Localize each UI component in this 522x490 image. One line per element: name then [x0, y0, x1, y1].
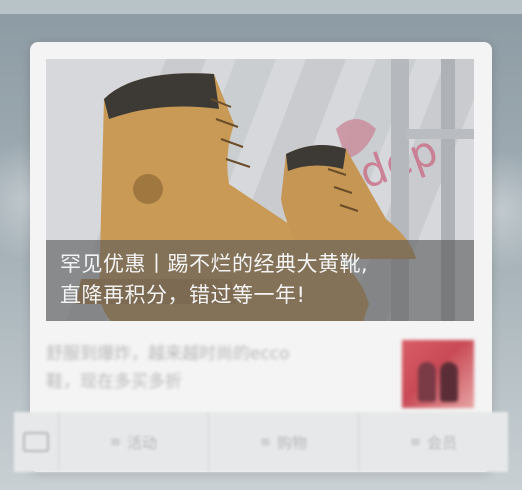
- article-title-line-2: 鞋，现在多买多折: [46, 372, 182, 392]
- promo-caption: 罕见优惠丨踢不烂的经典大黄靴, 直降再积分，错过等一年!: [46, 240, 474, 321]
- menu-icon: ≡: [410, 434, 421, 450]
- thumbnail-figure: [418, 362, 436, 402]
- article-item[interactable]: 舒服到爆炸，越来越时尚的ecco 鞋，现在多买多折: [46, 332, 474, 412]
- menu-tab-activity[interactable]: ≡ 活动: [59, 412, 209, 472]
- menu-tab-label: 会员: [426, 433, 457, 452]
- menu-tab-member[interactable]: ≡ 会员: [359, 412, 508, 472]
- article-title-line-1: 舒服到爆炸，越来越时尚的ecco: [46, 344, 290, 364]
- bottom-menu-bar: ≡ 活动 ≡ 购物 ≡ 会员: [14, 412, 508, 472]
- menu-tab-label: 活动: [126, 433, 157, 452]
- menu-icon: ≡: [260, 434, 271, 450]
- menu-tab-shopping[interactable]: ≡ 购物: [209, 412, 359, 472]
- menu-tab-label: 购物: [276, 433, 307, 452]
- keyboard-icon[interactable]: [14, 412, 59, 472]
- caption-line-2: 直降再积分，错过等一年!: [60, 283, 306, 307]
- promo-card[interactable]: dep 罕见优惠丨踢不烂的经典大黄靴, 直降再积分，错过等一年! 舒服到爆炸，越…: [30, 42, 492, 472]
- article-thumbnail: [402, 340, 474, 408]
- menu-icon: ≡: [110, 434, 121, 450]
- article-title: 舒服到爆炸，越来越时尚的ecco 鞋，现在多买多折: [46, 340, 376, 396]
- caption-line-1: 罕见优惠丨踢不烂的经典大黄靴,: [60, 252, 369, 276]
- hero-image[interactable]: dep 罕见优惠丨踢不烂的经典大黄靴, 直降再积分，错过等一年!: [46, 59, 474, 321]
- top-strip: [0, 0, 522, 14]
- thumbnail-figure: [440, 362, 458, 402]
